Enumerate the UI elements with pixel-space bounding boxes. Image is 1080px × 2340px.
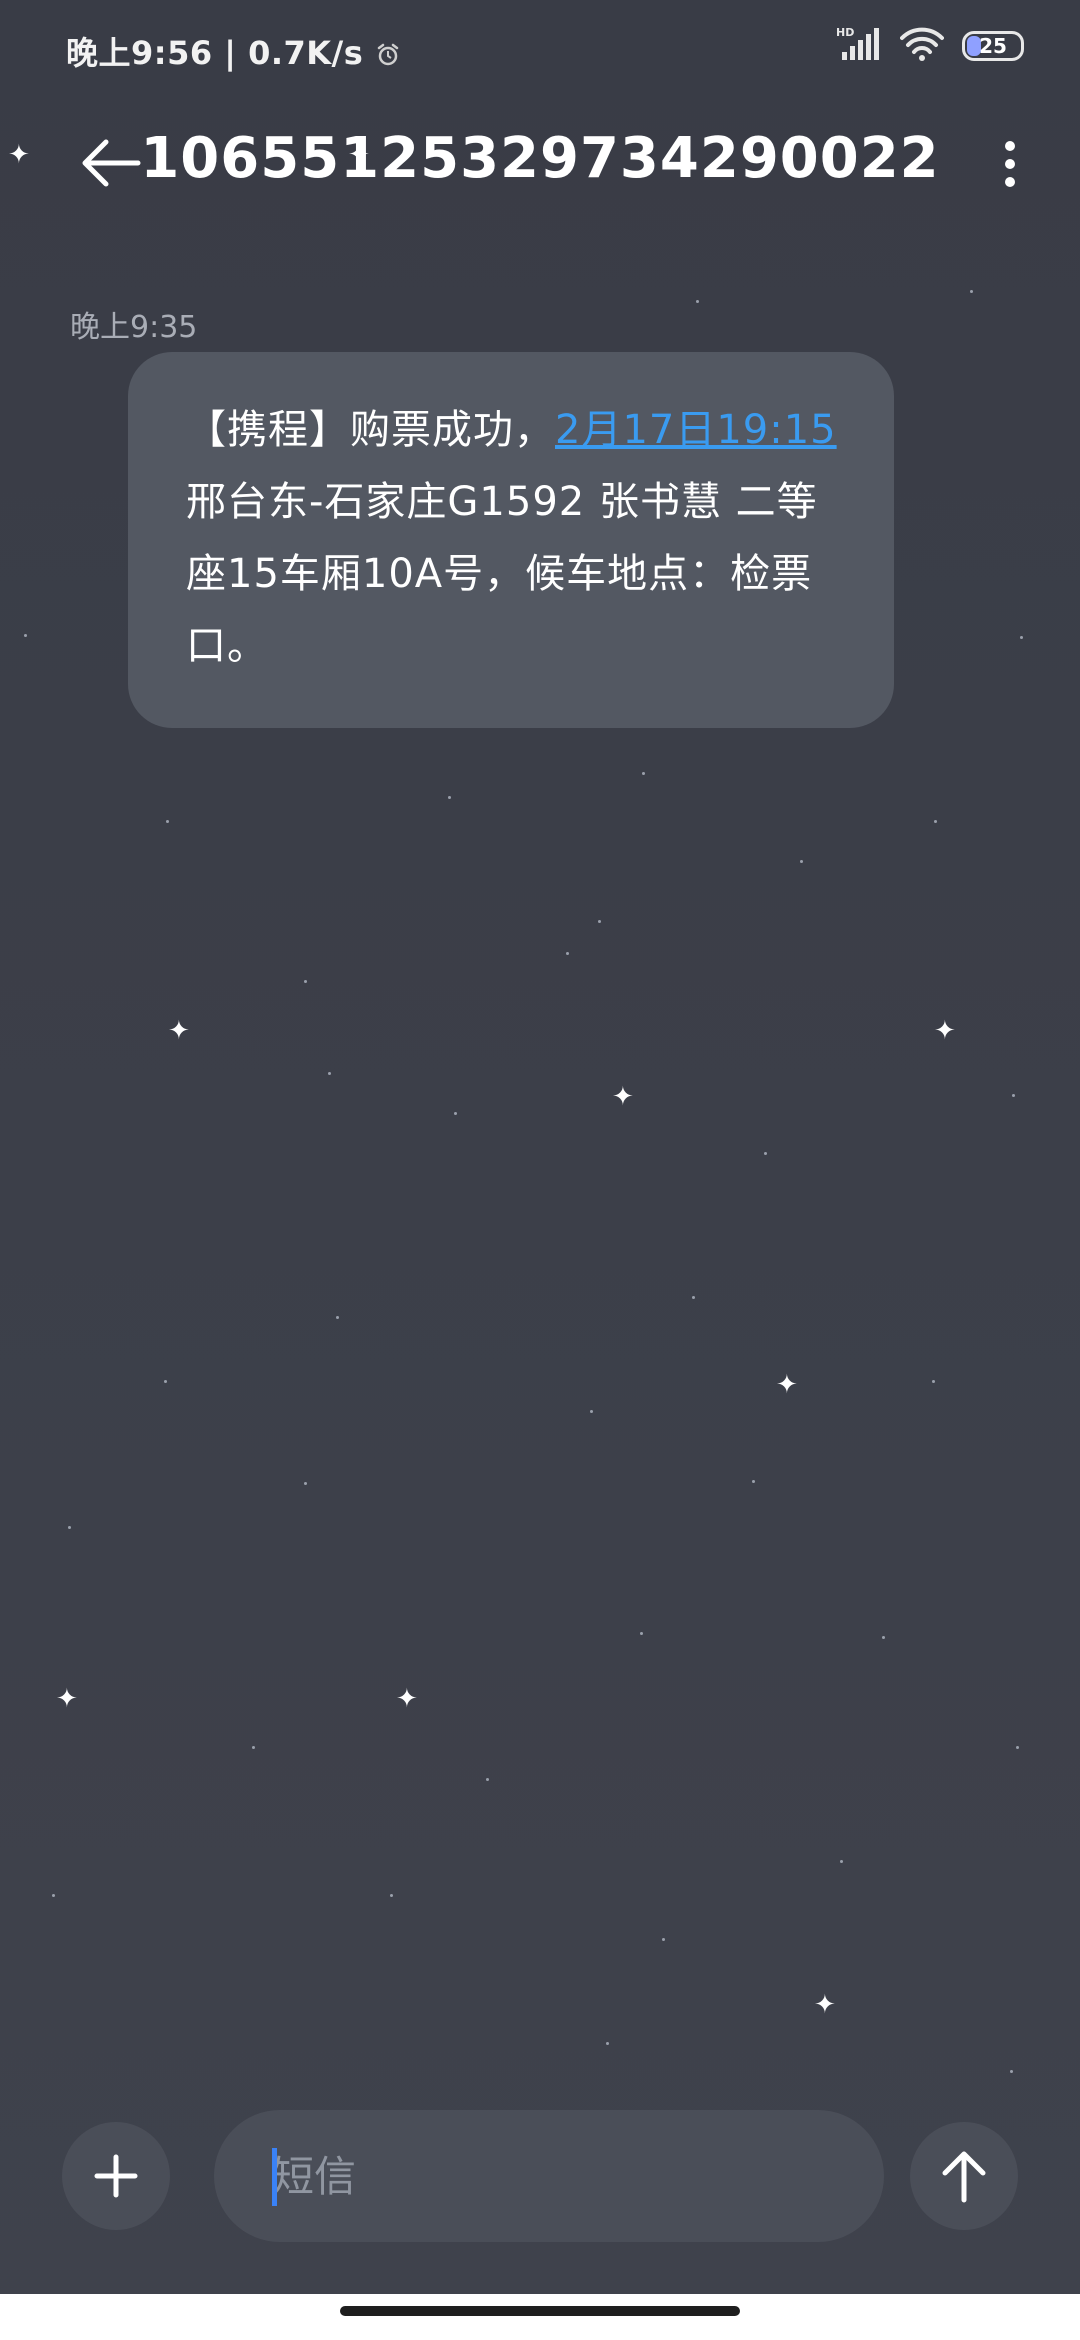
message-timestamp: 晚上9:35 [70,310,198,345]
status-left: 晚上9:56 | 0.7K/s [66,28,401,74]
star-dot [970,290,973,293]
plus-icon [94,2154,138,2198]
star-dot [1020,636,1023,639]
star-dot [164,1380,167,1383]
date-link[interactable]: 2月17日19:15 [555,407,837,453]
star-icon: ✦ [776,1370,798,1400]
star-dot [328,1072,331,1075]
star-dot [454,1112,457,1115]
more-options-button[interactable] [990,134,1030,194]
star-dot [1010,2070,1013,2073]
send-button[interactable] [910,2122,1018,2230]
star-dot [640,1632,643,1635]
star-icon: ✦ [612,1082,634,1112]
status-time-speed: 晚上9:56 | 0.7K/s [66,34,364,72]
star-dot [390,1894,393,1897]
star-icon: ✦ [934,1016,956,1046]
conversation-header: 10655125329734290022 [0,110,1080,210]
add-attachment-button[interactable] [62,2122,170,2230]
star-dot [692,1296,695,1299]
star-dot [800,860,803,863]
contact-title: 10655125329734290022 [140,126,940,191]
message-prefix: 【携程】购票成功， [186,407,555,453]
hd-label: HD [836,26,854,39]
star-dot [752,1480,755,1483]
wifi-icon [900,26,944,66]
star-dot [24,634,27,637]
status-bar: 晚上9:56 | 0.7K/s HD 25 [0,0,1080,100]
star-dot [932,1380,935,1383]
text-cursor [272,2148,277,2206]
star-dot [1016,1746,1019,1749]
home-indicator[interactable] [340,2306,740,2316]
signal-icon: HD [836,26,882,66]
star-dot [662,1938,665,1941]
star-dot [166,820,169,823]
message-bubble[interactable]: 【携程】购票成功，2月17日19:15 邢台东-石家庄G1592 张书慧 二等座1… [128,352,894,728]
star-icon: ✦ [56,1684,78,1714]
battery-level: 25 [979,34,1007,58]
star-dot [642,772,645,775]
battery-icon: 25 [962,31,1024,61]
star-dot [304,980,307,983]
star-dot [68,1526,71,1529]
star-dot [448,796,451,799]
compose-bar [0,2108,1080,2248]
more-vertical-icon [1005,141,1015,187]
star-dot [764,1152,767,1155]
star-dot [606,2042,609,2045]
star-dot [486,1778,489,1781]
star-dot [336,1316,339,1319]
star-dot [590,1410,593,1413]
star-dot [304,1482,307,1485]
star-dot [1012,1094,1015,1097]
star-dot [840,1860,843,1863]
status-right: HD 25 [836,26,1024,66]
alarm-icon [375,38,401,66]
star-icon: ✦ [814,1990,836,2020]
star-dot [934,820,937,823]
star-icon: ✦ [396,1684,418,1714]
message-input[interactable] [214,2110,884,2242]
navigation-bar [0,2294,1080,2340]
star-dot [566,952,569,955]
message-body: 邢台东-石家庄G1592 张书慧 二等座15车厢10A号，候车地点：检票口。 [186,479,818,669]
star-icon: ✦ [168,1016,190,1046]
star-dot [696,300,699,303]
arrow-up-icon [942,2151,986,2203]
star-dot [882,1636,885,1639]
star-dot [252,1746,255,1749]
sms-conversation-screen: ✦ ✦ ✦ ✦ ✦ ✦ ✦ ✦ ✦ 晚上9:56 | 0.7K/s HD 25 … [0,0,1080,2340]
star-dot [598,920,601,923]
star-dot [52,1894,55,1897]
